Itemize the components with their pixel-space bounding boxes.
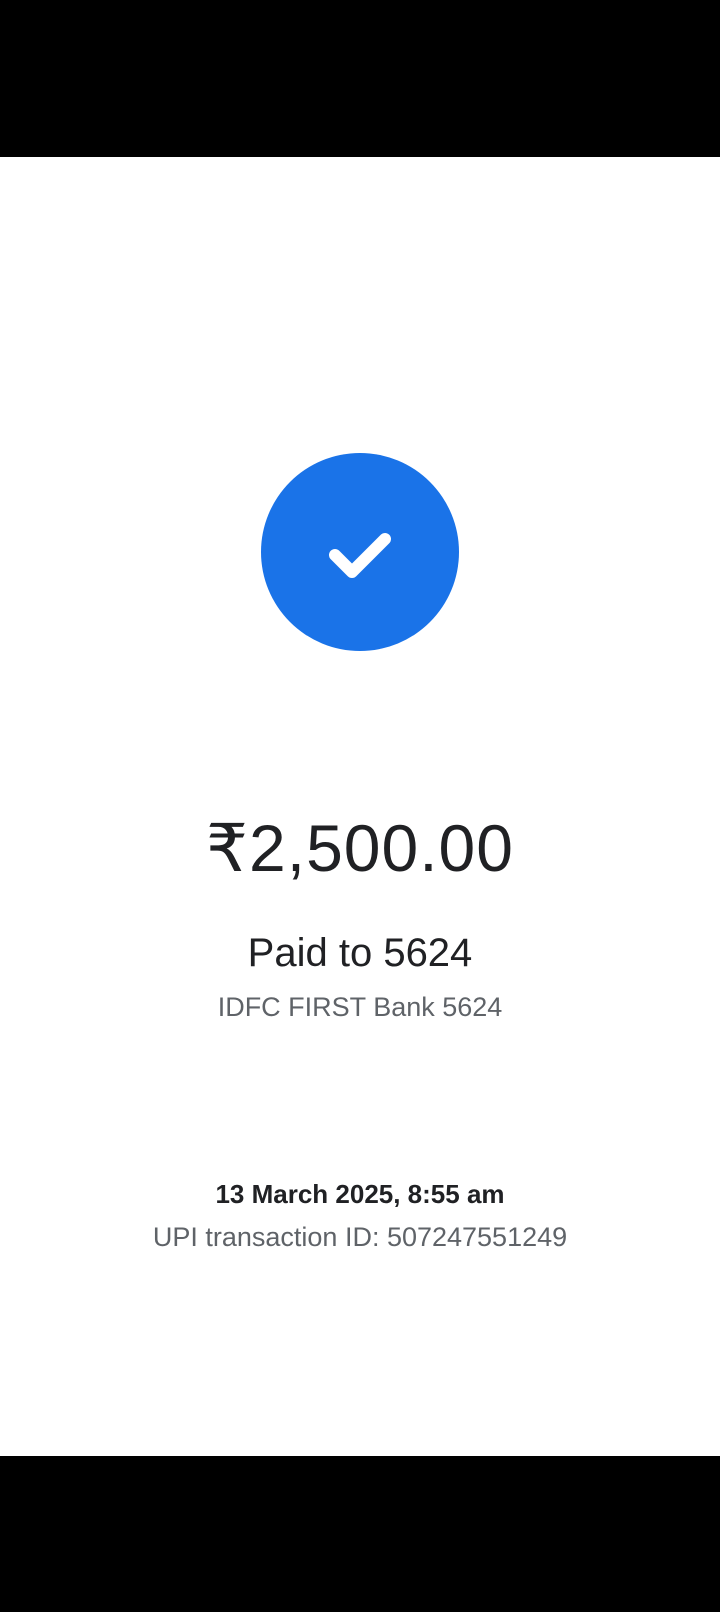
payee-bank: IDFC FIRST Bank 5624 — [217, 992, 503, 1022]
payment-success-screen: ₹2,500.00 Paid to 5624 IDFC FIRST Bank 5… — [0, 157, 720, 1456]
payment-timestamp: 13 March 2025, 8:55 am — [215, 1179, 505, 1209]
navigation-bar-area — [0, 1456, 720, 1612]
payment-amount: ₹2,500.00 — [206, 811, 514, 885]
transaction-id: UPI transaction ID: 507247551249 — [152, 1222, 568, 1252]
success-badge — [261, 453, 459, 651]
payee-title: Paid to 5624 — [247, 931, 473, 975]
check-icon — [329, 533, 391, 578]
status-bar-area — [0, 0, 720, 157]
